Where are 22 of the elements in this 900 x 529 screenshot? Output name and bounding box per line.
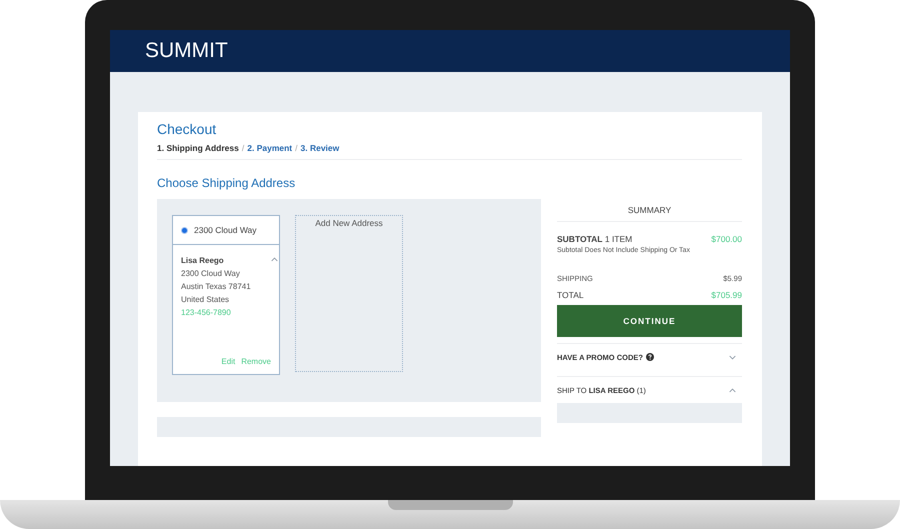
section-title: Choose Shipping Address (157, 176, 296, 190)
breadcrumb-step[interactable]: 3. Review (300, 143, 340, 153)
contact-name: Lisa Reego (181, 255, 225, 267)
add-address-label: Add New Address (315, 218, 383, 230)
address-line: Austin Texas 78741 (181, 281, 252, 293)
address-line: United States (181, 294, 230, 306)
page-title: Checkout (157, 120, 218, 138)
summary-title: SUMMARY (626, 205, 672, 215)
brand-logo[interactable]: SUMMIT (145, 39, 228, 63)
total-amount: $705.99 (711, 290, 742, 300)
breadcrumb-step[interactable]: 1. Shipping Address (157, 143, 239, 153)
breadcrumb-separator: / (242, 143, 244, 153)
add-address-card[interactable]: Add New Address (295, 215, 403, 372)
address-line: 2300 Cloud Way (181, 268, 241, 280)
breadcrumb-step[interactable]: 2. Payment (247, 143, 292, 153)
subtotal-amount: $700.00 (711, 234, 742, 244)
continue-button[interactable]: CONTINUE (557, 305, 742, 337)
address-card[interactable]: 2300 Cloud Way Lisa Reego 2300 Cloud Way Austin Texas 78741 United States 123-456-7890 Edit Remove (172, 215, 280, 375)
subtotal-label: SUBTOTAL 1 ITEM (557, 234, 632, 244)
address-label: 2300 Cloud Way (194, 225, 257, 235)
total-label: TOTAL (557, 290, 584, 300)
breadcrumb-separator: / (295, 143, 298, 153)
